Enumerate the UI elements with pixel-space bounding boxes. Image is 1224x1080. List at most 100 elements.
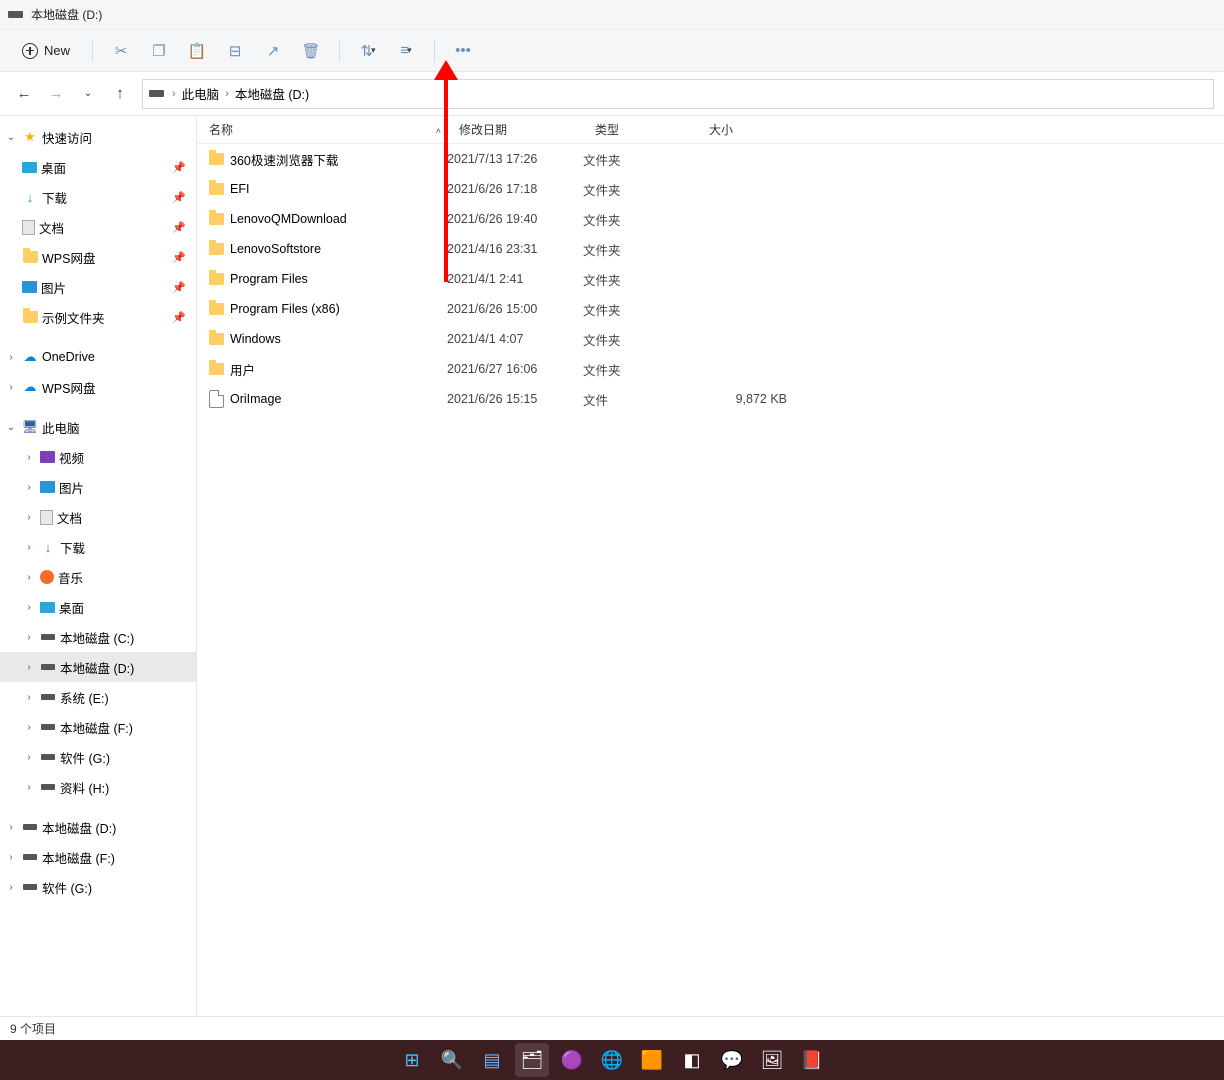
sidebar-item-drive[interactable]: › 系统 (E:): [0, 682, 196, 712]
file-date: 2021/4/1 4:07: [447, 332, 583, 346]
file-row[interactable]: Windows 2021/4/1 4:07 文件夹: [197, 324, 1224, 354]
file-row[interactable]: Program Files (x86) 2021/6/26 15:00 文件夹: [197, 294, 1224, 324]
delete-icon: 🗑: [301, 42, 320, 60]
file-row[interactable]: OriImage 2021/6/26 15:15 文件 9,872 KB: [197, 384, 1224, 414]
delete-button[interactable]: 🗑: [295, 35, 327, 67]
chevron-right-icon[interactable]: ›: [22, 512, 36, 523]
sidebar-item-drive[interactable]: › 本地磁盘 (D:): [0, 812, 196, 842]
share-button[interactable]: ↗: [257, 35, 289, 67]
sidebar-item-drive[interactable]: › 文档: [0, 502, 196, 532]
sidebar-item-drive[interactable]: › 本地磁盘 (C:): [0, 622, 196, 652]
sidebar-item-drive[interactable]: › 软件 (G:): [0, 872, 196, 902]
column-header-date[interactable]: 修改日期: [447, 121, 583, 138]
sidebar-item-drive[interactable]: › 图片: [0, 472, 196, 502]
sidebar-item-cloud[interactable]: › ☁ WPS网盘: [0, 372, 196, 402]
back-button[interactable]: ←: [14, 84, 34, 104]
view-button[interactable]: ≡▾: [390, 35, 422, 67]
taskbar-app-explorer[interactable]: 🗂: [515, 1043, 549, 1077]
file-row[interactable]: 360极速浏览器下载 2021/7/13 17:26 文件夹: [197, 144, 1224, 174]
sidebar-item-this-pc[interactable]: ⌄ 🖥 此电脑: [0, 412, 196, 442]
breadcrumb-leaf[interactable]: 本地磁盘 (D:): [235, 84, 309, 103]
cut-button[interactable]: ✂: [105, 35, 137, 67]
chevron-right-icon[interactable]: ›: [22, 482, 36, 493]
sidebar-item-quick-access[interactable]: ⌄ ★ 快速访问: [0, 122, 196, 152]
chevron-right-icon[interactable]: ›: [22, 542, 36, 553]
sort-button[interactable]: ⇅▾: [352, 35, 384, 67]
taskbar-app-photos[interactable]: 🖼: [755, 1043, 789, 1077]
search-button[interactable]: 🔍: [435, 1043, 469, 1077]
chevron-right-icon[interactable]: ›: [22, 662, 36, 673]
file-row[interactable]: Program Files 2021/4/1 2:41 文件夹: [197, 264, 1224, 294]
chevron-down-icon[interactable]: ⌄: [4, 422, 18, 433]
chevron-right-icon[interactable]: ›: [4, 352, 18, 363]
sidebar-item-drive[interactable]: › 桌面: [0, 592, 196, 622]
taskbar-app-teal[interactable]: ◧: [675, 1043, 709, 1077]
paste-button[interactable]: 📋: [181, 35, 213, 67]
sidebar-item-quick-access-child[interactable]: 示例文件夹 📌: [0, 302, 196, 332]
sidebar-label: 视频: [59, 448, 84, 467]
column-header-size[interactable]: 大小: [697, 121, 817, 138]
start-button[interactable]: ⊞: [395, 1043, 429, 1077]
sidebar-label: 本地磁盘 (C:): [60, 628, 134, 647]
task-view-button[interactable]: ▤: [475, 1043, 509, 1077]
chevron-right-icon[interactable]: ›: [4, 852, 18, 863]
forward-button[interactable]: →: [46, 84, 66, 104]
up-button[interactable]: ↑: [110, 84, 130, 104]
sidebar-item-quick-access-child[interactable]: ↓ 下载 📌: [0, 182, 196, 212]
chevron-right-icon[interactable]: ›: [22, 752, 36, 763]
sidebar-item-quick-access-child[interactable]: 文档 📌: [0, 212, 196, 242]
sidebar-item-drive[interactable]: › 本地磁盘 (F:): [0, 712, 196, 742]
column-header-name[interactable]: 名称 ˄: [197, 121, 447, 138]
taskbar-app-orange[interactable]: 🟧: [635, 1043, 669, 1077]
sidebar-item-drive[interactable]: › 视频: [0, 442, 196, 472]
copy-button[interactable]: ❐: [143, 35, 175, 67]
more-button[interactable]: •••: [447, 35, 479, 67]
sidebar-item-drive[interactable]: › 本地磁盘 (D:): [0, 652, 196, 682]
sidebar-item-quick-access-child[interactable]: 桌面 📌: [0, 152, 196, 182]
sidebar-item-quick-access-child[interactable]: 图片 📌: [0, 272, 196, 302]
chevron-right-icon[interactable]: ›: [22, 572, 36, 583]
rename-button[interactable]: ⊟: [219, 35, 251, 67]
chevron-right-icon[interactable]: ›: [4, 382, 18, 393]
chevron-right-icon[interactable]: ›: [22, 452, 36, 463]
recent-button[interactable]: ⌄: [78, 84, 98, 104]
taskbar-app-chrome[interactable]: 🌐: [595, 1043, 629, 1077]
sidebar-item-drive[interactable]: › ↓ 下载: [0, 532, 196, 562]
sidebar-item-cloud[interactable]: › ☁ OneDrive: [0, 342, 196, 372]
sidebar-item-quick-access-child[interactable]: WPS网盘 📌: [0, 242, 196, 272]
content-pane: 名称 ˄ 修改日期 类型 大小 360极速浏览器下载 2021/7/13 17:…: [197, 116, 1224, 1016]
sidebar-item-drive[interactable]: › 本地磁盘 (F:): [0, 842, 196, 872]
chevron-right-icon[interactable]: ›: [22, 602, 36, 613]
sidebar-label: 软件 (G:): [60, 748, 110, 767]
pin-icon: 📌: [172, 191, 186, 204]
breadcrumb-root[interactable]: 此电脑: [182, 84, 220, 103]
new-button[interactable]: New: [12, 35, 80, 67]
sidebar-label: 下载: [42, 188, 67, 207]
chevron-down-icon: ▾: [407, 45, 412, 56]
chevron-right-icon[interactable]: ›: [4, 822, 18, 833]
file-row[interactable]: LenovoQMDownload 2021/6/26 19:40 文件夹: [197, 204, 1224, 234]
chevron-right-icon[interactable]: ›: [4, 882, 18, 893]
sidebar-item-drive[interactable]: › 资料 (H:): [0, 772, 196, 802]
taskbar-app-wechat[interactable]: 💬: [715, 1043, 749, 1077]
file-type: 文件夹: [583, 330, 697, 349]
chevron-right-icon[interactable]: ›: [22, 782, 36, 793]
share-icon: ↗: [267, 42, 280, 60]
chevron-down-icon[interactable]: ⌄: [4, 132, 18, 143]
chevron-right-icon[interactable]: ›: [22, 692, 36, 703]
column-header-type[interactable]: 类型: [583, 121, 697, 138]
file-row[interactable]: LenovoSoftstore 2021/4/16 23:31 文件夹: [197, 234, 1224, 264]
chevron-right-icon[interactable]: ›: [22, 632, 36, 643]
file-date: 2021/4/1 2:41: [447, 272, 583, 286]
chevron-right-icon[interactable]: ›: [22, 722, 36, 733]
address-bar[interactable]: › 此电脑 › 本地磁盘 (D:): [142, 79, 1214, 109]
file-row[interactable]: EFI 2021/6/26 17:18 文件夹: [197, 174, 1224, 204]
file-icon: [209, 390, 224, 408]
sidebar-label: OneDrive: [42, 350, 95, 364]
sidebar-item-drive[interactable]: › 音乐: [0, 562, 196, 592]
file-name: Windows: [230, 332, 281, 346]
taskbar-app-red[interactable]: 📕: [795, 1043, 829, 1077]
taskbar-app-browser1[interactable]: 🟣: [555, 1043, 589, 1077]
sidebar-item-drive[interactable]: › 软件 (G:): [0, 742, 196, 772]
file-row[interactable]: 用户 2021/6/27 16:06 文件夹: [197, 354, 1224, 384]
